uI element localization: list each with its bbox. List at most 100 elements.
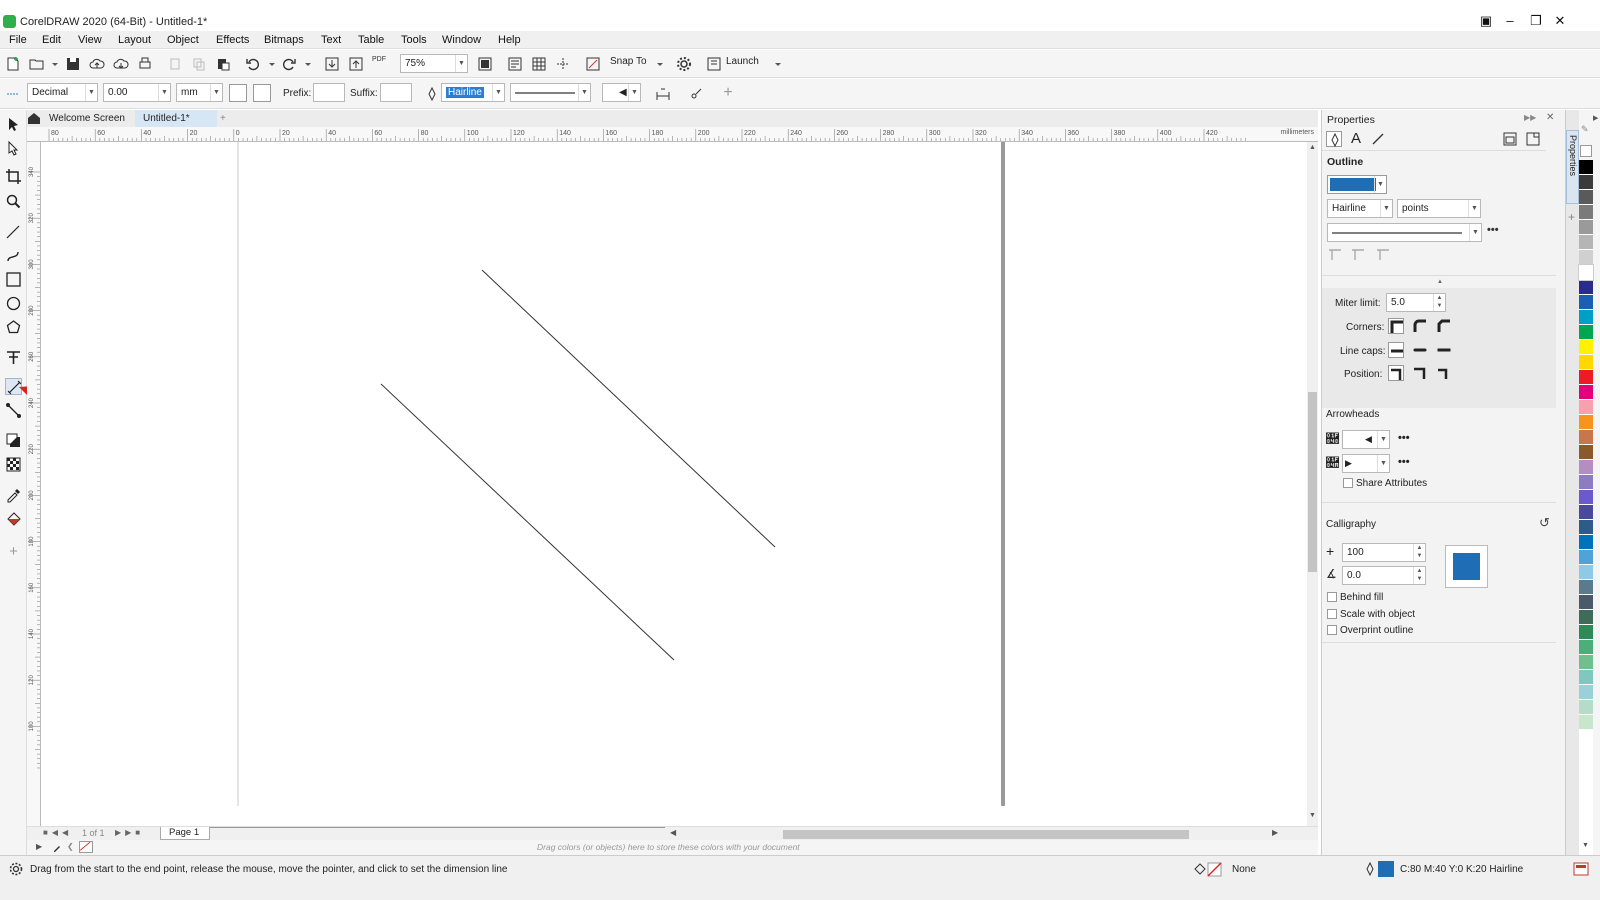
line-style-combo[interactable]: ▼ <box>510 83 591 102</box>
save-icon[interactable] <box>65 56 81 72</box>
fill-none-icon[interactable] <box>1193 861 1223 877</box>
launch-button[interactable]: Launch <box>726 56 759 67</box>
start-arrowhead-dropdown[interactable]: ◀ ▼ <box>1342 430 1390 449</box>
tray-expand-icon[interactable]: ▶ <box>36 842 42 851</box>
close-button[interactable]: ✕ <box>1548 12 1572 30</box>
palette-swatch[interactable] <box>1579 400 1593 415</box>
dimension-precision-combo[interactable]: 0.00 ▼ <box>103 83 171 102</box>
collapse-section-icon[interactable]: ▲ <box>1437 279 1443 285</box>
redo-dropdown-icon[interactable] <box>300 56 311 72</box>
suffix-input[interactable] <box>380 83 412 102</box>
more-line-styles-icon[interactable]: ••• <box>1487 224 1499 236</box>
palette-swatch[interactable] <box>1579 175 1593 190</box>
snap-dropdown-icon[interactable] <box>652 56 663 72</box>
import-icon[interactable] <box>324 56 340 72</box>
palette-swatch[interactable] <box>1579 445 1593 460</box>
scroll-right-icon[interactable]: ▶ <box>1272 828 1278 837</box>
palette-swatch[interactable] <box>1579 415 1593 430</box>
add-icon[interactable]: + <box>720 85 736 102</box>
palette-swatch[interactable] <box>1579 385 1593 400</box>
cloud-download-icon[interactable] <box>113 56 129 72</box>
palette-swatch[interactable] <box>1579 685 1593 700</box>
copy-icon[interactable] <box>191 56 207 72</box>
polygon-tool-icon[interactable] <box>5 319 22 336</box>
drawn-line-upper[interactable] <box>481 269 776 548</box>
scale-with-object-checkbox[interactable] <box>1327 609 1337 619</box>
palette-swatch[interactable] <box>1579 715 1593 730</box>
text-tool-icon[interactable] <box>5 349 22 366</box>
palette-swatch[interactable] <box>1579 355 1593 370</box>
palette-swatch[interactable] <box>1579 340 1593 355</box>
arrowhead-combo[interactable]: ◀ ▼ <box>602 83 641 102</box>
palette-swatch[interactable] <box>1579 250 1593 265</box>
full-screen-preview-icon[interactable] <box>507 56 523 72</box>
export-icon[interactable] <box>348 56 364 72</box>
share-attributes-checkbox[interactable] <box>1343 478 1353 488</box>
zoom-to-page-icon[interactable] <box>477 56 493 72</box>
cut-icon[interactable] <box>167 56 183 72</box>
dimension-units-combo[interactable]: mm ▼ <box>176 83 223 102</box>
settings-gear-icon[interactable] <box>9 862 23 876</box>
redo-icon[interactable] <box>281 56 297 72</box>
menu-bitmaps[interactable]: Bitmaps <box>264 34 304 46</box>
dimension-tool-icon[interactable] <box>5 86 21 102</box>
tab-untitled-1[interactable]: Untitled-1* <box>135 110 217 127</box>
palette-swatch[interactable] <box>1579 640 1593 655</box>
add-tab-button[interactable]: + <box>215 110 233 127</box>
page-nav-arrows-icon[interactable]: ■◀◀ <box>43 828 72 837</box>
restore-button[interactable]: ❐ <box>1524 12 1548 30</box>
menu-layout[interactable]: Layout <box>118 34 151 46</box>
palette-swatch[interactable] <box>1579 670 1593 685</box>
palette-swatch[interactable] <box>1579 565 1593 580</box>
tab-welcome-screen[interactable]: Welcome Screen <box>41 110 141 127</box>
undo-dropdown-icon[interactable] <box>264 56 275 72</box>
stretch-input[interactable]: 100 ▲ ▼ <box>1342 543 1426 562</box>
publish-pdf-icon[interactable]: PDF <box>372 56 388 72</box>
crop-tool-icon[interactable] <box>5 168 22 185</box>
drawing-canvas[interactable] <box>41 142 1307 826</box>
palette-swatch[interactable] <box>1579 655 1593 670</box>
palette-swatch[interactable] <box>1579 520 1593 535</box>
palette-swatch[interactable] <box>1579 625 1593 640</box>
palette-swatch[interactable] <box>1579 595 1593 610</box>
line-style-dropdown[interactable]: ▼ <box>1327 223 1482 242</box>
launch-dropdown-icon[interactable] <box>770 56 781 72</box>
line-tab-icon[interactable] <box>1370 131 1386 147</box>
tray-eyedropper-icon[interactable] <box>52 841 64 853</box>
add-tool-icon[interactable]: + <box>5 543 22 560</box>
zoom-level-combo[interactable]: 75% ▼ <box>400 54 468 73</box>
new-document-icon[interactable] <box>5 56 21 72</box>
scroll-up-icon[interactable]: ▲ <box>1309 144 1316 152</box>
menu-file[interactable]: File <box>9 34 27 46</box>
page-1-tab[interactable]: Page 1 <box>160 827 210 840</box>
start-arrowhead-options-icon[interactable]: ••• <box>1398 432 1410 444</box>
menu-view[interactable]: View <box>78 34 102 46</box>
rectangle-tool-icon[interactable] <box>5 271 22 288</box>
palette-swatch[interactable] <box>1579 430 1593 445</box>
launch-icon[interactable] <box>706 56 722 72</box>
corner-miter-icon[interactable] <box>1388 318 1404 334</box>
position-center-icon[interactable] <box>1412 365 1428 381</box>
menu-table[interactable]: Table <box>358 34 384 46</box>
width-units-dropdown[interactable]: points ▼ <box>1397 199 1481 218</box>
miter-limit-input[interactable]: 5.0 ▲ ▼ <box>1386 293 1446 312</box>
scroll-left-icon[interactable]: ◀ <box>670 828 676 837</box>
palette-swatch[interactable] <box>1579 490 1593 505</box>
tray-collapse-icon[interactable]: ❮ <box>67 842 74 851</box>
character-tab-text-icon[interactable]: A <box>1348 131 1364 147</box>
color-proof-icon[interactable] <box>1573 861 1589 877</box>
undo-icon[interactable] <box>245 56 261 72</box>
scroll-down-icon[interactable]: ▼ <box>1309 812 1316 820</box>
palette-swatch[interactable] <box>1579 610 1593 625</box>
palette-swatch[interactable] <box>1579 550 1593 565</box>
reset-calligraphy-icon[interactable]: ↺ <box>1539 515 1550 531</box>
paste-icon[interactable] <box>215 56 231 72</box>
palette-swatch[interactable] <box>1579 310 1593 325</box>
horizontal-ruler[interactable]: 80 60 40 20 0 20 40 60 80 100 120 140 160 180 200 220 24… <box>27 127 1318 142</box>
document-color-tray[interactable]: ▶ ❮ Drag colors (or objects) here to sto… <box>27 840 1318 855</box>
cloud-upload-icon[interactable] <box>89 56 105 72</box>
palette-swatch[interactable] <box>1579 700 1593 715</box>
menu-tools[interactable]: Tools <box>401 34 427 46</box>
palette-swatch[interactable] <box>1579 505 1593 520</box>
angle-input[interactable]: 0.0 ▲ ▼ <box>1342 566 1426 585</box>
